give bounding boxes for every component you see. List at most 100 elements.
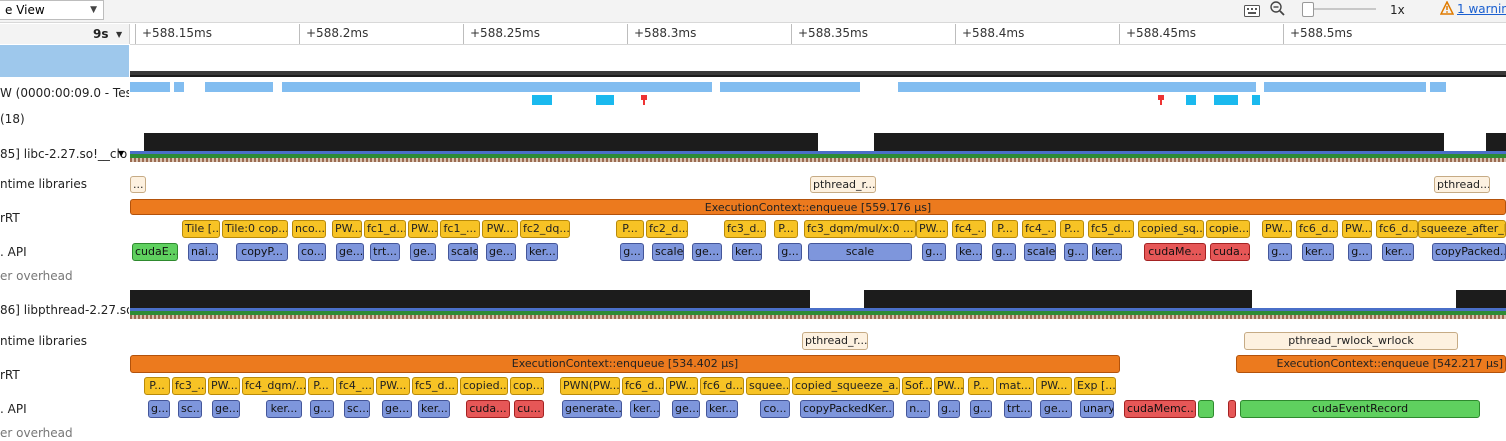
gpu-kernel[interactable]: [205, 82, 273, 92]
row-label-cuda-api[interactable]: . API: [0, 245, 129, 259]
trt-layer[interactable]: P...: [308, 377, 334, 395]
cuda-api-call[interactable]: unary: [1080, 400, 1114, 418]
trt-layer[interactable]: PW...: [666, 377, 698, 395]
cuda-api-call[interactable]: g...: [922, 243, 946, 261]
trt-layer[interactable]: P...: [616, 220, 644, 238]
cuda-api-call[interactable]: ge...: [1040, 400, 1072, 418]
runtime-call[interactable]: pthread_r...: [802, 332, 868, 350]
trt-layer[interactable]: P...: [144, 377, 170, 395]
cuda-api-call[interactable]: ker...: [1302, 243, 1334, 261]
cuda-api-call[interactable]: co...: [298, 243, 326, 261]
magnifier-minus-icon[interactable]: [1270, 1, 1286, 21]
trt-layer[interactable]: cop...: [510, 377, 544, 395]
gpu-memcpy[interactable]: [1252, 95, 1260, 105]
cuda-api-call[interactable]: cudaMemc...: [1124, 400, 1196, 418]
chevron-down-icon[interactable]: ▼: [118, 149, 124, 158]
cuda-api-call[interactable]: g...: [1348, 243, 1372, 261]
runtime-call[interactable]: pthread...: [1434, 176, 1490, 193]
trt-layer[interactable]: fc6_d...: [1376, 220, 1418, 238]
cuda-api-call[interactable]: ge...: [410, 243, 436, 261]
trt-layer[interactable]: PW...: [376, 377, 410, 395]
cuda-api-call[interactable]: copyPacked...: [1432, 243, 1506, 261]
cuda-api-call[interactable]: cudaMe...: [1144, 243, 1206, 261]
trt-layer[interactable]: P...: [992, 220, 1018, 238]
timeline-canvas[interactable]: ... pthread_r... pthread... ExecutionCon…: [130, 45, 1506, 441]
cuda-api-call[interactable]: n...: [906, 400, 930, 418]
trt-layer[interactable]: fc4_dqm/...: [242, 377, 306, 395]
zoom-slider[interactable]: [1302, 2, 1376, 17]
trt-layer[interactable]: fc3_dqm/mul/x:0 ...: [804, 220, 916, 238]
trt-layer[interactable]: Sof...: [902, 377, 932, 395]
trt-layer[interactable]: copied_sq...: [1138, 220, 1204, 238]
trt-layer[interactable]: PW...: [934, 377, 964, 395]
cuda-api-call[interactable]: ker...: [732, 243, 762, 261]
trt-layer[interactable]: PW...: [1262, 220, 1292, 238]
cuda-api-call[interactable]: sc...: [344, 400, 370, 418]
trt-layer[interactable]: PW...: [1342, 220, 1372, 238]
cuda-api-call[interactable]: ge...: [212, 400, 240, 418]
gpu-kernel[interactable]: [282, 82, 712, 92]
gpu-memcpy[interactable]: [1214, 95, 1238, 105]
trt-layer[interactable]: nco...: [292, 220, 326, 238]
cuda-api-call[interactable]: ker...: [1382, 243, 1414, 261]
trt-layer[interactable]: squeeze_after_R...: [1418, 220, 1506, 238]
trt-layer[interactable]: fc4_...: [952, 220, 986, 238]
enqueue-range[interactable]: ExecutionContext::enqueue [534.402 µs]: [130, 355, 1120, 373]
trt-layer[interactable]: P...: [774, 220, 798, 238]
cuda-api-call[interactable]: copyP...: [236, 243, 288, 261]
cuda-api-call[interactable]: ker...: [418, 400, 450, 418]
trt-layer[interactable]: copied...: [460, 377, 508, 395]
runtime-call[interactable]: pthread_r...: [810, 176, 876, 193]
chevron-down-icon[interactable]: ▼: [116, 30, 122, 39]
row-label-tensorrt[interactable]: rRT: [0, 368, 129, 382]
trt-layer[interactable]: fc6_d...: [700, 377, 744, 395]
cuda-api-call[interactable]: generate...: [562, 400, 622, 418]
trt-layer[interactable]: P...: [968, 377, 994, 395]
cuda-api-call[interactable]: ker...: [526, 243, 558, 261]
cuda-api-call[interactable]: cudaEventRecord: [1240, 400, 1480, 418]
trt-layer[interactable]: fc4_...: [336, 377, 374, 395]
cuda-api-call[interactable]: g...: [938, 400, 960, 418]
row-label-runtime-libraries[interactable]: ntime libraries: [0, 177, 129, 191]
cuda-api-call[interactable]: copyPackedKer...: [800, 400, 894, 418]
thread-running-state[interactable]: [144, 133, 818, 151]
cuda-api-call[interactable]: g...: [970, 400, 992, 418]
row-label-profiler-overhead[interactable]: er overhead: [0, 269, 129, 283]
runtime-call[interactable]: ...: [130, 176, 146, 193]
cuda-api-call[interactable]: g...: [992, 243, 1016, 261]
thread-running-state[interactable]: [1486, 133, 1506, 151]
timeline-ruler[interactable]: +588.15ms +588.2ms +588.25ms +588.3ms +5…: [130, 24, 1506, 45]
cuda-api-call[interactable]: [1228, 400, 1236, 418]
trt-layer[interactable]: copie...: [1206, 220, 1250, 238]
cuda-api-call[interactable]: co...: [760, 400, 790, 418]
cuda-api-call[interactable]: ke...: [956, 243, 982, 261]
row-label-profiler-overhead[interactable]: er overhead: [0, 426, 129, 440]
cuda-api-call[interactable]: ge...: [336, 243, 364, 261]
keyboard-icon[interactable]: [1244, 2, 1260, 21]
cuda-api-call[interactable]: ker...: [706, 400, 738, 418]
row-label-gpu-sub[interactable]: (18): [0, 112, 129, 126]
trt-layer[interactable]: mat...: [996, 377, 1034, 395]
trt-layer[interactable]: copied_squeeze_a...: [792, 377, 900, 395]
gpu-memcpy[interactable]: [1186, 95, 1196, 105]
cuda-api-call[interactable]: g...: [620, 243, 644, 261]
trt-layer[interactable]: fc2_dq...: [520, 220, 570, 238]
trt-layer[interactable]: fc6_d...: [1296, 220, 1338, 238]
cuda-api-call[interactable]: g...: [1268, 243, 1292, 261]
trt-layer[interactable]: PW...: [1036, 377, 1072, 395]
trt-layer[interactable]: PW...: [916, 220, 948, 238]
thread-running-state[interactable]: [130, 290, 810, 308]
gpu-kernel[interactable]: [1430, 82, 1446, 92]
cuda-api-call[interactable]: cudaE...: [132, 243, 178, 261]
gpu-kernel[interactable]: [1264, 82, 1426, 92]
zoom-slider-thumb[interactable]: [1302, 2, 1314, 17]
row-label-cuda-api[interactable]: . API: [0, 402, 129, 416]
trt-layer[interactable]: Exp [...: [1074, 377, 1116, 395]
cuda-api-call[interactable]: nai...: [188, 243, 218, 261]
ruler-unit-label[interactable]: 9s: [93, 27, 109, 41]
row-label-thread2[interactable]: 86] libpthread-2.27.so: [0, 303, 129, 317]
gpu-kernel[interactable]: [720, 82, 860, 92]
trt-layer[interactable]: Tile [...: [182, 220, 220, 238]
cuda-api-call[interactable]: cuda...: [1210, 243, 1250, 261]
view-select-dropdown[interactable]: e View ▼: [0, 0, 104, 20]
